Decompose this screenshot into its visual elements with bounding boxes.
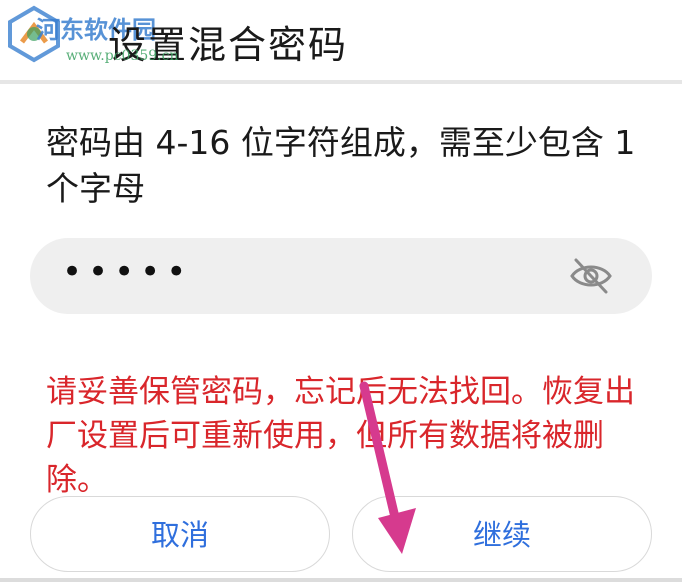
- app-header: 河东软件园 设置混合密码 www.pc0359.cn: [0, 0, 682, 78]
- password-value: •••••: [62, 252, 193, 292]
- cancel-button[interactable]: 取消: [30, 496, 330, 572]
- footer-divider: [0, 578, 682, 582]
- arrow-down-icon: [359, 381, 416, 554]
- eye-off-icon[interactable]: [568, 256, 614, 296]
- header-divider: [0, 80, 682, 84]
- warning-text: 请妥善保管密码，忘记后无法找回。恢复出厂设置后可重新使用，但所有数据将被删除。: [46, 374, 635, 498]
- password-rule-text: 密码由 4-16 位字符组成，需至少包含 1 个字母: [46, 123, 636, 208]
- watermark-site-url: www.pc0359.cn: [66, 48, 179, 64]
- password-input[interactable]: •••••: [30, 238, 652, 314]
